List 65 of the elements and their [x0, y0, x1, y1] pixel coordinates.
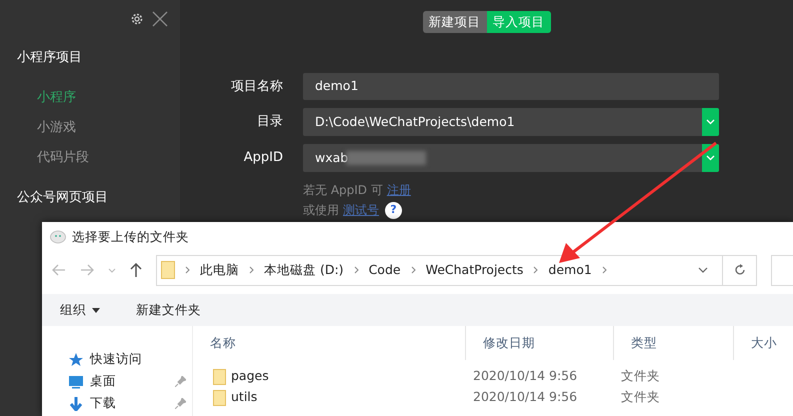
table-cell-text: 文件夹 — [620, 367, 661, 386]
file-name[interactable]: utils — [193, 388, 465, 407]
up-arrow-icon[interactable] — [130, 263, 142, 277]
forward-arrow-icon[interactable] — [80, 264, 94, 276]
file-name[interactable]: pages — [193, 367, 465, 386]
breadcrumb-item[interactable]: 此电脑 — [200, 260, 239, 280]
pin-icon[interactable] — [175, 376, 186, 386]
field-label: 目录 — [256, 113, 284, 132]
select-field[interactable]: D:\Code\WeChatProjects\demo1 — [303, 108, 719, 136]
chevron-right-icon — [249, 266, 254, 274]
down-arrow-icon — [68, 396, 84, 410]
dropdown-icon[interactable] — [698, 267, 708, 273]
column-header[interactable]: 类型 — [613, 326, 733, 360]
column-header[interactable]: 修改日期 — [465, 326, 613, 360]
help-icon[interactable]: ? — [385, 202, 402, 218]
tab[interactable]: 新建项目 — [422, 11, 486, 33]
breadcrumb-item[interactable]: demo1 — [548, 260, 592, 280]
nav-item[interactable]: 下载 — [42, 392, 192, 414]
field-label: AppID — [242, 149, 284, 168]
dialog-title: 选择要上传的文件夹 — [72, 228, 189, 246]
settings-icon[interactable] — [130, 12, 144, 26]
caret-icon[interactable] — [108, 268, 116, 272]
refresh-button[interactable] — [723, 254, 757, 286]
folder-icon — [213, 390, 226, 406]
close-icon[interactable] — [152, 11, 168, 27]
column-header[interactable]: 名称 — [193, 326, 465, 360]
folder-icon — [213, 368, 226, 384]
section-title: 小程序项目 — [16, 49, 83, 67]
column-header[interactable]: 大小 — [733, 326, 793, 360]
chat-bubble-icon — [50, 230, 66, 244]
chevron-down-icon — [706, 119, 715, 125]
select-field[interactable]: wxab — [303, 144, 719, 172]
refresh-icon — [734, 264, 746, 276]
chevron-right-icon — [533, 266, 538, 274]
sidebar-item[interactable]: 小程序 — [0, 88, 180, 108]
address-bar[interactable]: 此电脑 本地磁盘 (D:) Code WeChatProjects demo1 — [156, 254, 723, 286]
breadcrumb-item[interactable]: 本地磁盘 (D:) — [264, 260, 344, 280]
chevron-right-icon — [354, 266, 359, 274]
chevron-right-icon — [185, 266, 190, 274]
field-label: 项目名称 — [230, 78, 284, 96]
chevron-down-icon — [706, 155, 715, 161]
breadcrumb-item[interactable]: WeChatProjects — [426, 260, 524, 280]
chevron-right-icon — [602, 266, 607, 274]
nav-item[interactable]: 快速访问 — [42, 348, 192, 370]
folder-icon — [161, 261, 175, 279]
toolbar-button[interactable]: 新建文件夹 — [136, 300, 201, 320]
star-icon — [68, 352, 84, 366]
hint-text: 若无 AppID 可 — [303, 182, 383, 199]
chevron-right-icon — [410, 266, 416, 274]
table-cell-text: 文件夹 — [620, 388, 661, 406]
caret-icon — [92, 308, 100, 312]
sidebar-item[interactable]: 代码片段 — [0, 148, 180, 168]
section-title: 公众号网页项目 — [16, 188, 109, 206]
back-arrow-icon[interactable] — [52, 264, 66, 276]
nav-item[interactable]: 桌面 — [42, 370, 192, 392]
table-cell-text: 2020/10/14 9:56 — [472, 367, 578, 386]
pin-icon[interactable] — [175, 398, 186, 408]
input-field[interactable]: demo1 — [303, 73, 719, 100]
monitor-icon — [68, 374, 84, 388]
menu-button[interactable]: 组织 — [60, 300, 100, 320]
table-cell-text: 2020/10/14 9:56 — [472, 388, 578, 406]
sidebar-item[interactable]: 小游戏 — [0, 118, 180, 138]
breadcrumb-item[interactable]: Code — [368, 260, 401, 280]
hint-text: 或使用 — [303, 202, 339, 219]
search-field[interactable] — [771, 254, 793, 286]
